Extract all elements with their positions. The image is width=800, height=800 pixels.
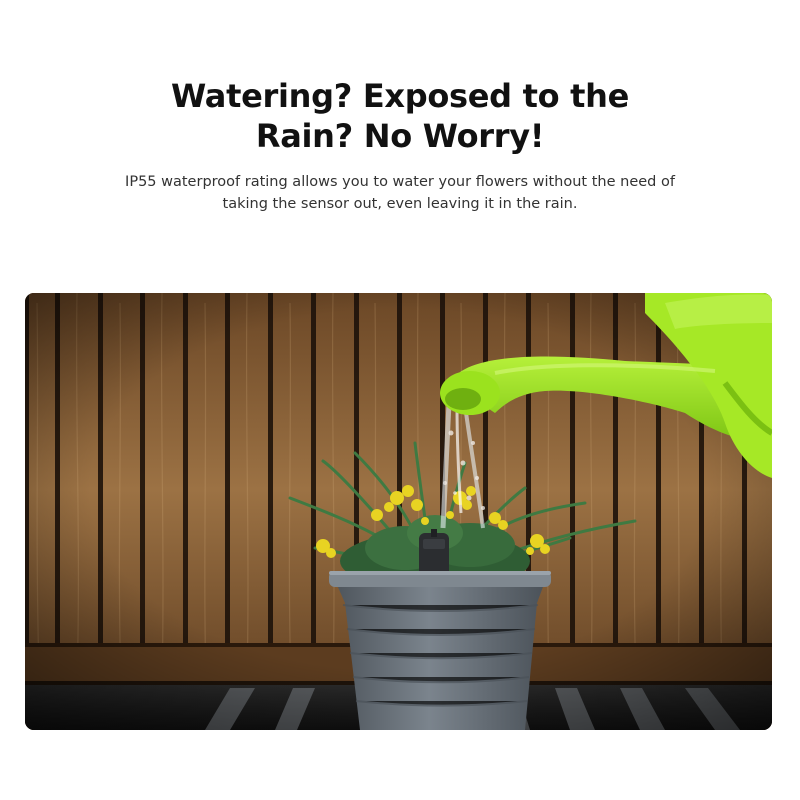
headline-line-1: Watering? Exposed to the	[170, 77, 630, 115]
description: IP55 waterproof rating allows you to wat…	[0, 171, 800, 215]
headline-line-2: Rain? No Worry!	[255, 117, 545, 155]
watering-plant-illustration	[25, 293, 772, 730]
description-line-1: IP55 waterproof rating allows you to wat…	[125, 174, 675, 190]
headline: Watering? Exposed to the Rain? No Worry!	[0, 76, 800, 156]
product-photo	[25, 293, 772, 730]
description-line-2: taking the sensor out, even leaving it i…	[222, 196, 578, 212]
plant-pot	[329, 571, 551, 730]
